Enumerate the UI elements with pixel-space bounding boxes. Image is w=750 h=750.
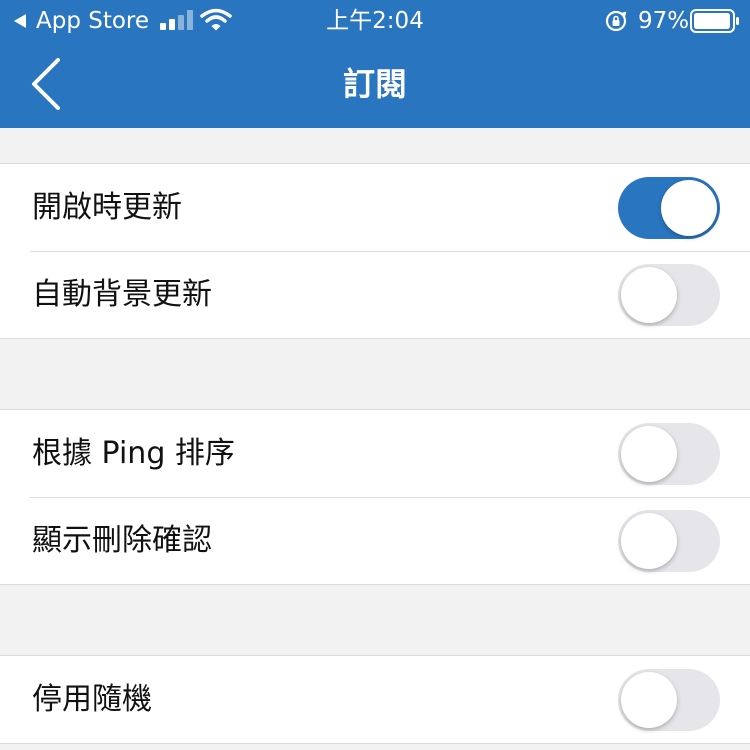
setting-row-delete-confirmation: 顯示刪除確認: [0, 497, 750, 584]
setting-row-refresh-on-open: 開啟時更新: [0, 164, 750, 251]
nav-bar: 訂閱: [0, 42, 750, 128]
setting-label: 停用隨機: [32, 682, 152, 717]
battery-icon: [690, 9, 739, 33]
battery-percent: 97%: [638, 8, 690, 34]
setting-row-sort-by-ping: 根據 Ping 排序: [0, 410, 750, 497]
delete-confirmation-toggle[interactable]: [618, 510, 720, 572]
setting-label: 顯示刪除確認: [32, 523, 212, 558]
orientation-lock-icon: [605, 10, 627, 32]
toggle-knob: [661, 180, 717, 236]
toggle-knob: [621, 426, 677, 482]
setting-label: 自動背景更新: [32, 277, 212, 312]
settings-screen: App Store 上午2:04 97% 訂閱 開啟時更新 自動背景更新 根據 …: [0, 0, 750, 750]
settings-section-random: 停用隨機: [0, 655, 750, 744]
refresh-on-open-toggle[interactable]: [618, 177, 720, 239]
background-refresh-toggle[interactable]: [618, 264, 720, 326]
setting-label: 開啟時更新: [32, 190, 182, 225]
setting-row-disable-random: 停用隨機: [0, 656, 750, 743]
setting-row-background-refresh: 自動背景更新: [0, 251, 750, 338]
header: App Store 上午2:04 97% 訂閱: [0, 0, 750, 128]
toggle-knob: [621, 267, 677, 323]
status-bar: App Store 上午2:04 97%: [0, 0, 750, 42]
toggle-knob: [621, 672, 677, 728]
settings-section-sorting: 根據 Ping 排序 顯示刪除確認: [0, 409, 750, 585]
toggle-knob: [621, 513, 677, 569]
disable-random-toggle[interactable]: [618, 669, 720, 731]
setting-label: 根據 Ping 排序: [32, 436, 235, 471]
settings-section-refresh: 開啟時更新 自動背景更新: [0, 163, 750, 339]
page-title: 訂閱: [342, 65, 407, 103]
sort-by-ping-toggle[interactable]: [618, 423, 720, 485]
